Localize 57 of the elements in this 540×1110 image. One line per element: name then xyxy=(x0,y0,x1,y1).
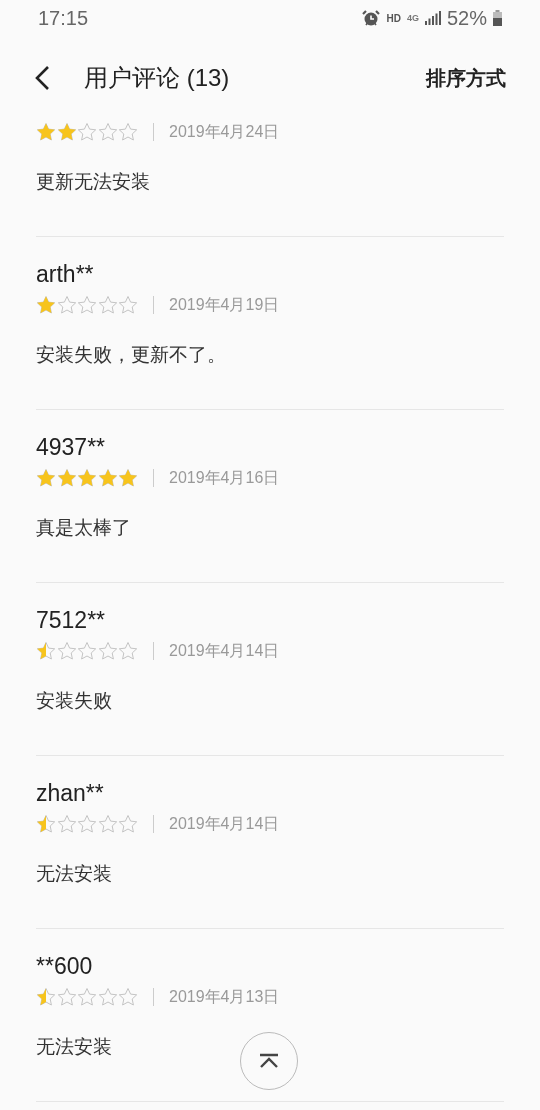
star-icon xyxy=(97,814,118,834)
reviewer-name: zhan** xyxy=(36,779,105,808)
star-icon xyxy=(97,122,118,142)
star-icon xyxy=(36,468,56,488)
star-icon xyxy=(77,468,97,488)
review-date: 2019年4月14日 xyxy=(169,640,280,661)
star-icon xyxy=(36,295,56,315)
star-icon xyxy=(56,814,77,834)
reviewer-name: 7512** xyxy=(36,606,107,635)
star-icon xyxy=(97,641,118,661)
star-icon xyxy=(36,122,56,142)
reviewer-name: **600 xyxy=(36,952,94,981)
star-icon xyxy=(118,814,138,834)
review-date: 2019年4月19日 xyxy=(169,294,280,315)
star-icon xyxy=(36,814,56,834)
star-icon xyxy=(97,468,118,488)
star-icon xyxy=(56,122,77,142)
star-icon xyxy=(97,295,118,315)
sort-button[interactable]: 排序方式 xyxy=(426,64,506,92)
battery-percent: 52% xyxy=(446,6,487,30)
star-icon xyxy=(56,295,77,315)
star-icon xyxy=(77,122,97,142)
review-date: 2019年4月13日 xyxy=(169,986,280,1007)
chevron-up-icon xyxy=(258,1053,280,1069)
review-text: 无法安装 xyxy=(36,1034,113,1059)
review-text: 更新无法安装 xyxy=(36,169,151,194)
star-icon xyxy=(77,814,97,834)
alarm-icon xyxy=(360,9,381,27)
star-icon xyxy=(118,641,138,661)
network-type-label: 4G xyxy=(406,13,419,23)
review-text: 安装失败，更新不了。 xyxy=(36,342,227,367)
review-date: 2019年4月24日 xyxy=(169,121,280,142)
review-text: 真是太棒了 xyxy=(36,515,132,540)
hd-label: HD xyxy=(386,12,401,24)
page-title: 用户评论 (13) xyxy=(84,63,231,93)
battery-icon xyxy=(493,10,502,26)
star-icon xyxy=(97,987,118,1007)
star-icon xyxy=(118,468,138,488)
star-icon xyxy=(118,295,138,315)
star-icon xyxy=(56,641,77,661)
star-icon xyxy=(77,641,97,661)
reviewer-name: 4937** xyxy=(36,433,107,462)
star-icon xyxy=(77,987,97,1007)
star-icon xyxy=(56,987,77,1007)
signal-icon xyxy=(424,11,441,25)
reviewer-name: arth** xyxy=(36,260,95,289)
review-date: 2019年4月14日 xyxy=(169,813,280,834)
review-text: 无法安装 xyxy=(36,861,113,886)
star-icon xyxy=(77,295,97,315)
status-time: 17:15 xyxy=(38,6,89,30)
review-text: 安装失败 xyxy=(36,688,113,713)
star-icon xyxy=(36,987,56,1007)
review-date: 2019年4月16日 xyxy=(169,467,280,488)
star-icon xyxy=(118,122,138,142)
star-icon xyxy=(56,468,77,488)
star-icon xyxy=(36,641,56,661)
star-icon xyxy=(118,987,138,1007)
